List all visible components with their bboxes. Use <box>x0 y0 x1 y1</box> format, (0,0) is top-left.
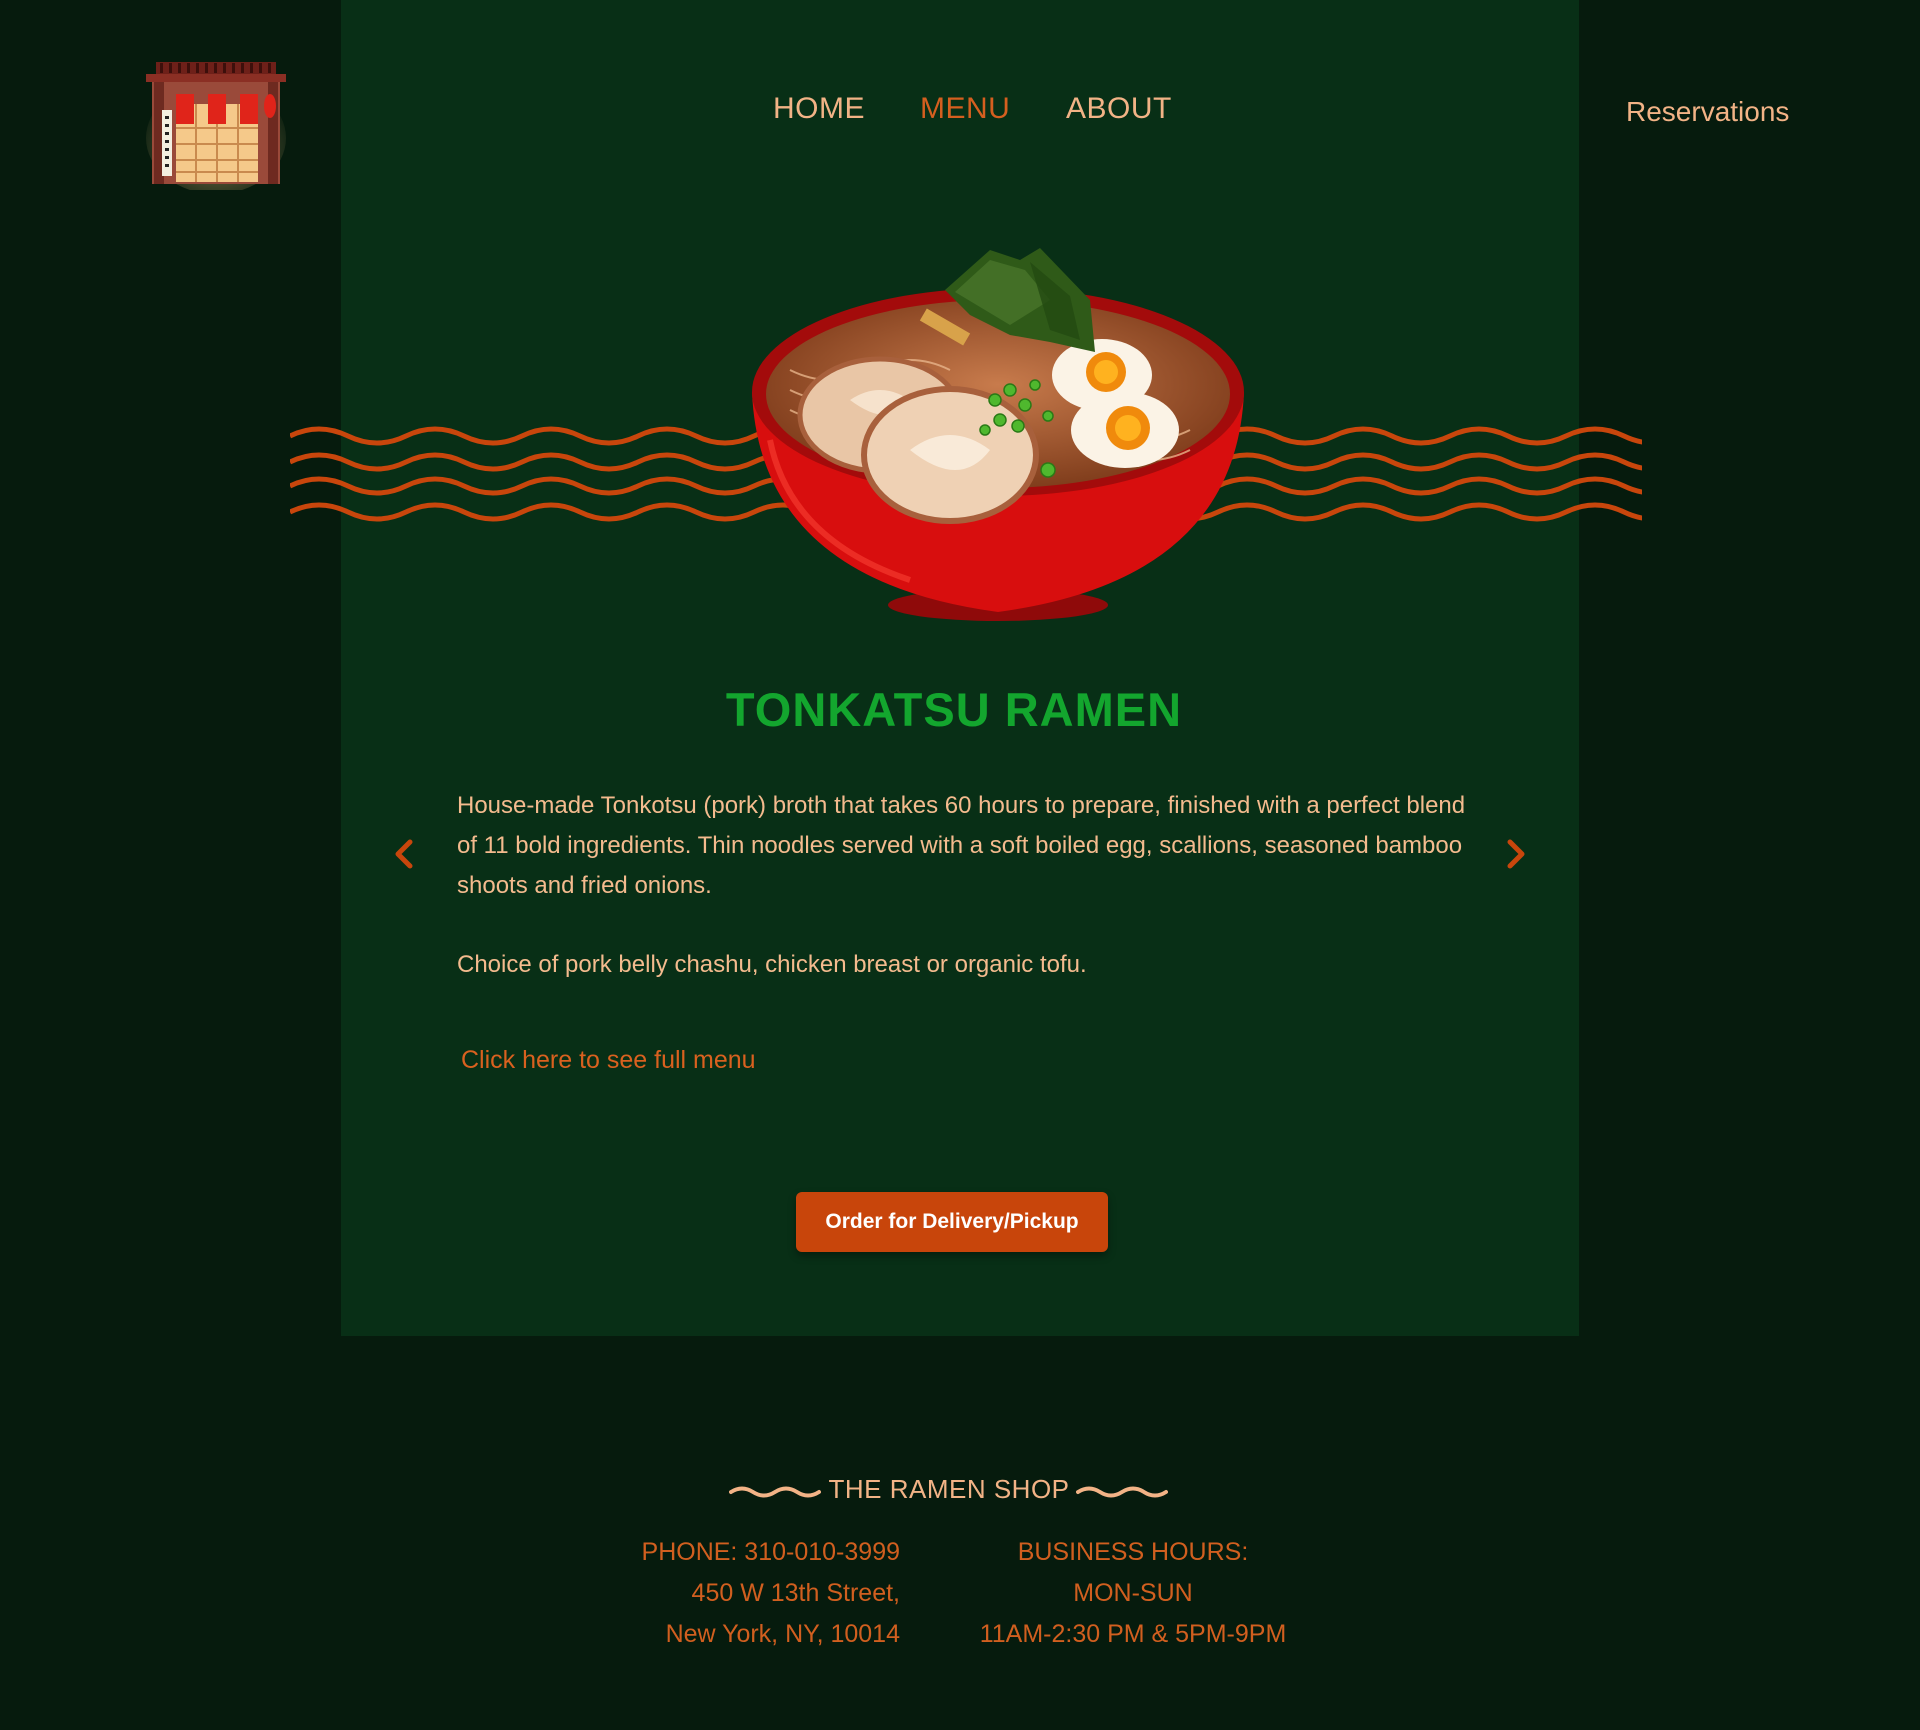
ramen-bowl-illustration <box>290 248 1642 621</box>
dish-description: House-made Tonkotsu (pork) broth that ta… <box>457 792 1466 899</box>
chevron-right-icon[interactable] <box>1500 834 1530 874</box>
dish-title: TONKATSU RAMEN <box>725 683 1183 736</box>
content-panel <box>341 0 1579 1336</box>
footer-contact: PHONE: 310-010-3999 450 W 13th Street, N… <box>600 1532 900 1655</box>
squiggle-decoration-icon <box>1076 1486 1168 1498</box>
order-delivery-button[interactable]: Order for Delivery/Pickup <box>796 1192 1108 1252</box>
footer-address-line1: 450 W 13th Street, <box>691 1579 900 1607</box>
nav-about[interactable]: ABOUT <box>1066 92 1172 126</box>
footer-phone[interactable]: PHONE: 310-010-3999 <box>600 1532 900 1573</box>
footer-address-line2: New York, NY, 10014 <box>665 1620 900 1648</box>
chevron-left-icon[interactable] <box>390 834 420 874</box>
footer-hours-times: 11AM-2:30 PM & 5PM-9PM <box>979 1620 1287 1648</box>
footer-hours-days: MON-SUN <box>1073 1579 1193 1607</box>
footer-brand: THE RAMEN SHOP <box>0 1472 1920 1512</box>
footer-hours: BUSINESS HOURS: MON-SUN 11AM-2:30 PM & 5… <box>933 1532 1333 1655</box>
dish-protein-choice: Choice of pork belly chashu, chicken bre… <box>457 951 1087 978</box>
nav-home[interactable]: HOME <box>773 92 865 126</box>
reservations-link[interactable]: Reservations <box>1626 96 1789 128</box>
footer-shop-name: THE RAMEN SHOP <box>828 1474 1070 1504</box>
footer-hours-title: BUSINESS HOURS: <box>1017 1538 1249 1566</box>
full-menu-link[interactable]: Click here to see full menu <box>461 1046 756 1075</box>
nav-menu[interactable]: MENU <box>920 92 1010 126</box>
